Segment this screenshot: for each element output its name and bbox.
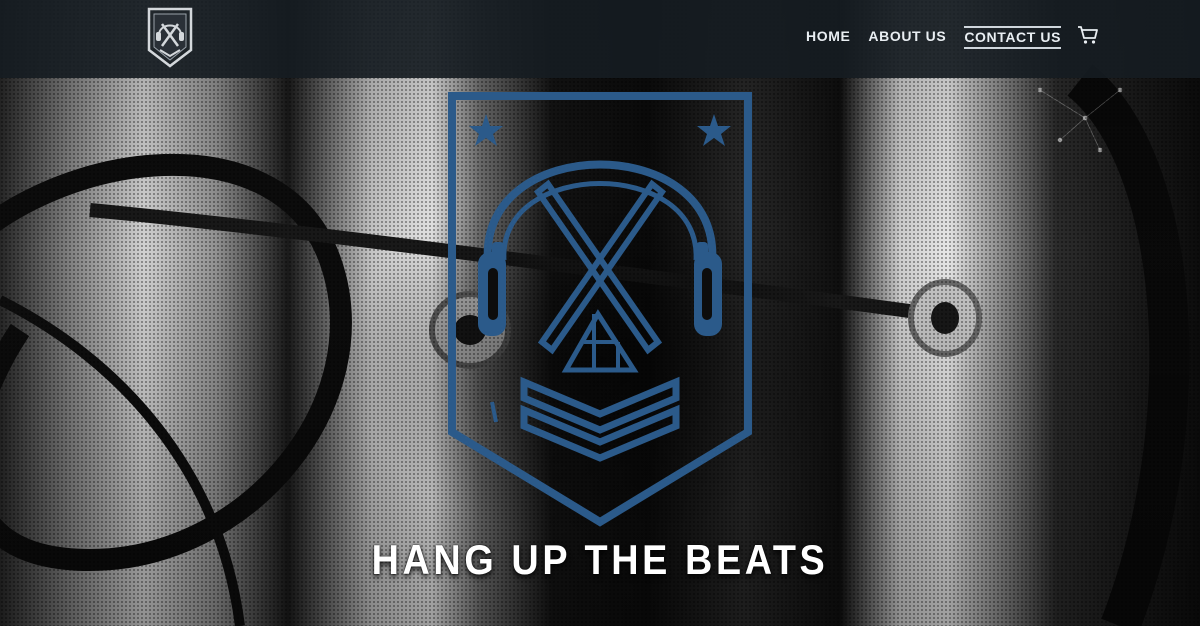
nav-about-us[interactable]: ABOUT US [868, 28, 946, 47]
nav-home[interactable]: HOME [806, 28, 850, 47]
headphones-crest-logo [448, 92, 752, 528]
nav-contact-us[interactable]: CONTACT US [964, 26, 1062, 49]
headphones-crest-icon [448, 92, 752, 527]
main-navigation: HOME ABOUT US CONTACT US [806, 25, 1099, 49]
hero-headline: HANG UP THE BEATS [371, 536, 829, 583]
top-navbar: HOME ABOUT US CONTACT US [0, 0, 1200, 78]
shopping-cart-icon[interactable] [1077, 25, 1099, 45]
brand-logo[interactable] [146, 6, 194, 70]
shield-headphones-logo-icon [147, 7, 193, 68]
